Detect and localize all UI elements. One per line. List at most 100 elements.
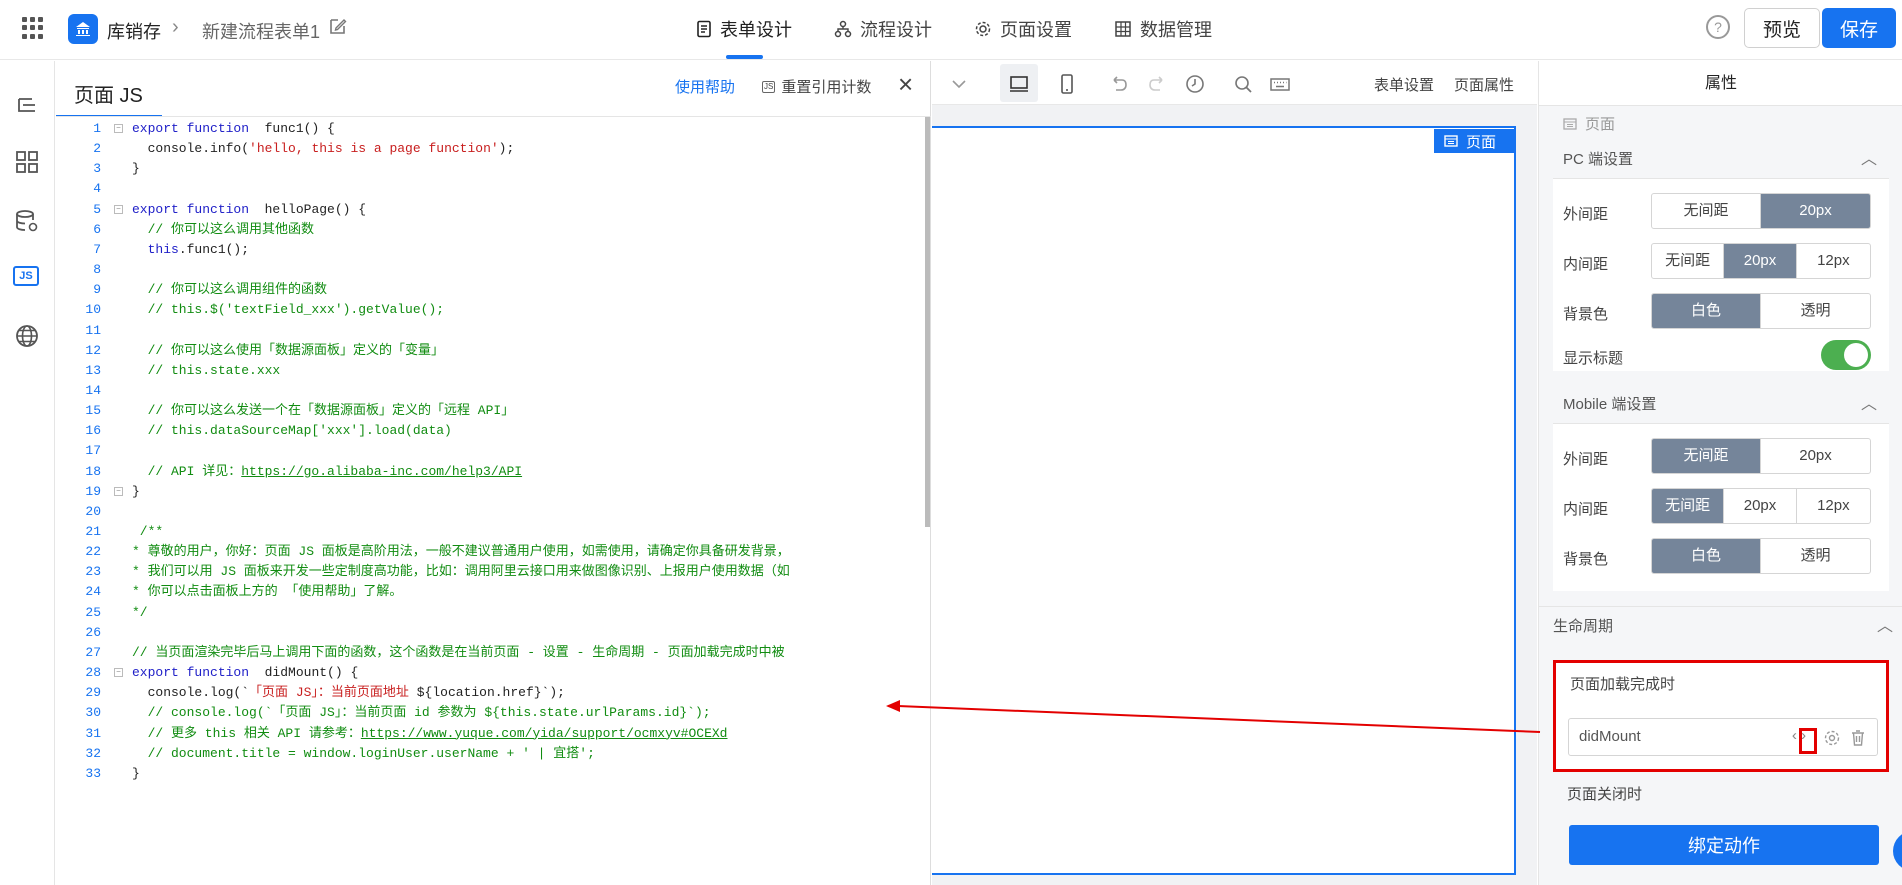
globe-icon[interactable] — [12, 321, 42, 351]
mobile-inner-12[interactable]: 12px — [1797, 489, 1870, 523]
pc-inner-segment[interactable]: 无间距 20px 12px — [1651, 243, 1871, 279]
code-line[interactable]: 10 // this.$('textField_xxx').getValue()… — [56, 300, 926, 320]
bind-action-button[interactable]: 绑定动作 — [1569, 825, 1879, 865]
redo-icon[interactable] — [1146, 73, 1168, 95]
pc-inner-20[interactable]: 20px — [1724, 244, 1797, 278]
app-name[interactable]: 库销存 — [107, 18, 161, 44]
code-line[interactable]: 19 −} — [56, 482, 926, 502]
editor-scrollbar[interactable] — [925, 117, 930, 527]
tab-page-settings[interactable]: 页面设置 — [974, 16, 1072, 42]
page-props-link[interactable]: 页面属性 — [1454, 74, 1514, 95]
gear-icon[interactable] — [1823, 729, 1841, 747]
code-line[interactable]: 13 // this.state.xxx — [56, 361, 926, 381]
code-line[interactable]: 31 // 更多 this 相关 API 请参考：https://www.yuq… — [56, 724, 926, 744]
mobile-outer-segment[interactable]: 无间距 20px — [1651, 438, 1871, 474]
tab-flow-design[interactable]: 流程设计 — [834, 16, 932, 42]
fold-icon[interactable]: − — [114, 486, 123, 496]
js-icon[interactable]: JS — [13, 266, 39, 286]
mobile-bg-transparent[interactable]: 透明 — [1761, 539, 1870, 573]
code-line[interactable]: 11 — [56, 321, 926, 341]
reset-count-button[interactable]: JS 重置引用计数 — [762, 76, 871, 97]
code-line[interactable]: 3} — [56, 159, 926, 179]
code-line[interactable]: 8 — [56, 260, 926, 280]
app-grid-icon[interactable] — [22, 17, 44, 39]
trash-icon[interactable] — [1849, 729, 1867, 747]
code-line[interactable]: 4 — [56, 179, 926, 199]
pc-settings-header[interactable]: PC 端设置 ︿ — [1553, 141, 1889, 179]
undo-icon[interactable] — [1108, 73, 1130, 95]
code-editor[interactable]: 1− export function func1() {2 console.inf… — [56, 119, 926, 839]
pc-bg-transparent[interactable]: 透明 — [1761, 294, 1870, 328]
components-icon[interactable] — [12, 147, 42, 177]
desktop-icon[interactable] — [1008, 73, 1030, 95]
code-line[interactable]: 21 /** — [56, 522, 926, 542]
search-icon[interactable] — [1232, 73, 1254, 95]
code-line[interactable]: 26 — [56, 623, 926, 643]
datasource-icon[interactable] — [12, 206, 42, 236]
code-line[interactable]: 14 — [56, 381, 926, 401]
code-line[interactable]: 22 * 尊敬的用户，你好：页面 JS 面板是高阶用法，一般不建议普通用户使用，如… — [56, 542, 926, 562]
page-tag[interactable]: 页面 — [1434, 129, 1514, 153]
code-line[interactable]: 6 // 你可以这么调用其他函数 — [56, 220, 926, 240]
code-line[interactable]: 23 * 我们可以用 JS 面板来开发一些定制度高功能，比如：调用阿里云接口用来做… — [56, 562, 926, 582]
code-line[interactable]: 7 this.func1(); — [56, 240, 926, 260]
code-line[interactable]: 33} — [56, 764, 926, 784]
form-settings-link[interactable]: 表单设置 — [1374, 74, 1434, 95]
fold-icon[interactable]: − — [114, 668, 123, 678]
fold-icon[interactable]: − — [114, 124, 123, 133]
mobile-inner-none[interactable]: 无间距 — [1652, 489, 1725, 523]
floating-assistant-button[interactable] — [1893, 831, 1902, 871]
mobile-icon[interactable] — [1056, 73, 1078, 95]
code-line[interactable]: 25 */ — [56, 603, 926, 623]
page-icon — [1444, 135, 1458, 147]
code-line[interactable]: 30 // console.log(`「页面 JS」：当前页面 id 参数为 $… — [56, 703, 926, 723]
pc-inner-12[interactable]: 12px — [1797, 244, 1870, 278]
pc-outer-segment[interactable]: 无间距 20px — [1651, 193, 1871, 229]
help-icon[interactable]: ? — [1706, 15, 1730, 39]
mobile-inner-segment[interactable]: 无间距 20px 12px — [1651, 488, 1871, 524]
keyboard-icon[interactable] — [1269, 73, 1291, 95]
help-link[interactable]: 使用帮助 — [675, 76, 735, 97]
code-line[interactable]: 18 // API 详见：https://go.alibaba-inc.com/… — [56, 462, 926, 482]
code-line[interactable]: 9 // 你可以这么调用组件的函数 — [56, 280, 926, 300]
mobile-outer-20[interactable]: 20px — [1761, 439, 1870, 473]
mobile-bg-white[interactable]: 白色 — [1652, 539, 1761, 573]
code-line[interactable]: 12 // 你可以这么使用「数据源面板」定义的「变量」 — [56, 341, 926, 361]
lifecycle-header[interactable]: 生命周期 ︿ — [1539, 606, 1902, 646]
mobile-settings-header[interactable]: Mobile 端设置 ︿ — [1553, 386, 1889, 424]
code-line[interactable]: 2 console.info('hello, this is a page fu… — [56, 139, 926, 159]
mobile-bg-segment[interactable]: 白色 透明 — [1651, 538, 1871, 574]
code-line[interactable]: 24 * 你可以点击面板上方的 「使用帮助」了解。 — [56, 582, 926, 602]
pc-outer-20[interactable]: 20px — [1761, 194, 1870, 228]
code-line[interactable]: 29 console.log(`「页面 JS」：当前页面地址 ${locatio… — [56, 683, 926, 703]
tab-data-management[interactable]: 数据管理 — [1114, 16, 1212, 42]
chevron-down-icon[interactable] — [948, 73, 970, 95]
pc-bg-segment[interactable]: 白色 透明 — [1651, 293, 1871, 329]
preview-button[interactable]: 预览 — [1744, 8, 1820, 48]
code-line[interactable]: 15 // 你可以这么发送一个在「数据源面板」定义的「远程 API」 — [56, 401, 926, 421]
tab-form-design[interactable]: 表单设计 — [696, 16, 792, 42]
on-load-input[interactable]: didMount ‹› — [1568, 718, 1878, 756]
save-button[interactable]: 保存 — [1822, 8, 1896, 48]
code-line[interactable]: 28 − export function didMount() { — [56, 663, 926, 683]
code-line[interactable]: 5 − export function helloPage() { — [56, 200, 926, 220]
mobile-inner-20[interactable]: 20px — [1724, 489, 1797, 523]
show-title-toggle[interactable] — [1821, 340, 1871, 370]
outline-icon[interactable] — [12, 91, 42, 121]
form-name[interactable]: 新建流程表单1 — [202, 18, 320, 44]
close-icon[interactable]: × — [898, 71, 913, 97]
pc-bg-white[interactable]: 白色 — [1652, 294, 1761, 328]
mobile-outer-none[interactable]: 无间距 — [1652, 439, 1761, 473]
code-line[interactable]: 17 — [56, 441, 926, 461]
edit-icon[interactable] — [328, 16, 348, 36]
code-line[interactable]: 32 // document.title = window.loginUser.… — [56, 744, 926, 764]
code-line[interactable]: 20 — [56, 502, 926, 522]
code-line[interactable]: 1 − export function func1() { — [56, 119, 926, 139]
fold-icon[interactable]: − — [114, 204, 123, 214]
history-icon[interactable] — [1184, 73, 1206, 95]
code-line[interactable]: 16 // this.dataSourceMap['xxx'].load(dat… — [56, 421, 926, 441]
pc-inner-none[interactable]: 无间距 — [1652, 244, 1725, 278]
pc-outer-none[interactable]: 无间距 — [1652, 194, 1761, 228]
code-line[interactable]: 27 // 当页面渲染完毕后马上调用下面的函数，这个函数是在当前页面 - 设置 -… — [56, 643, 926, 663]
page-canvas[interactable] — [932, 126, 1516, 875]
